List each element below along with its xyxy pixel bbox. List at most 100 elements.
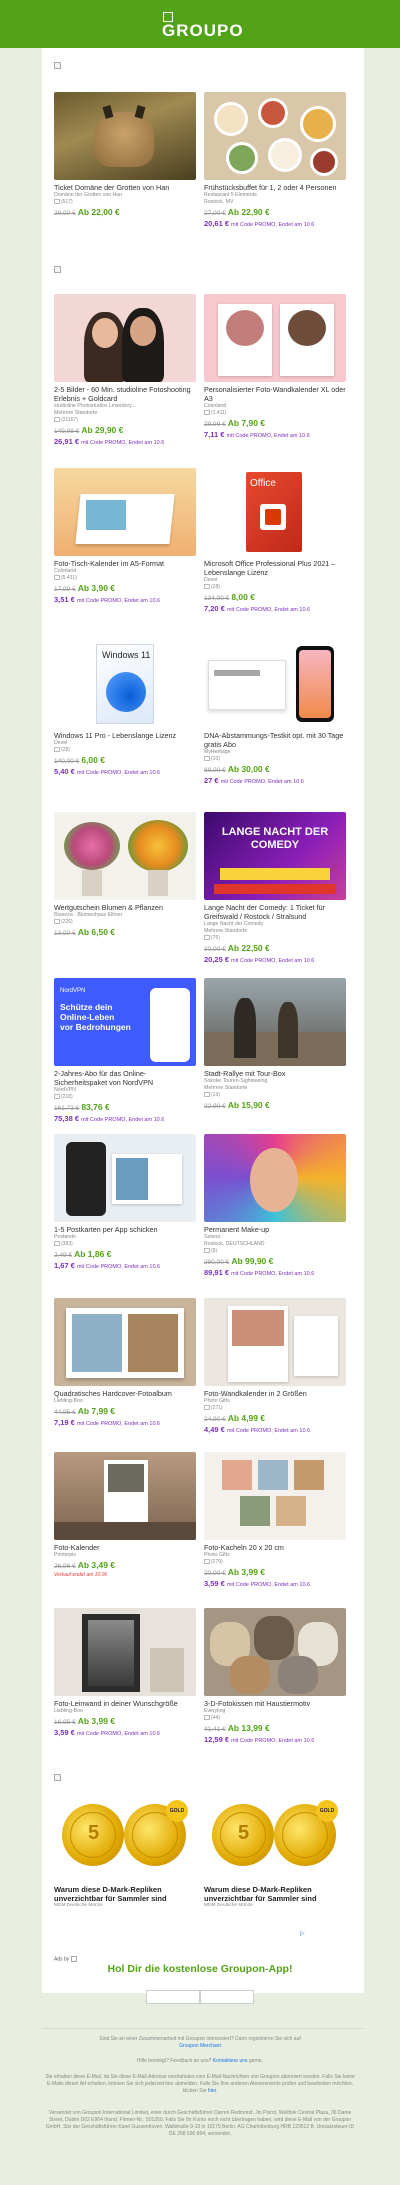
deal-card[interactable]: 2-5 Bilder - 60 Min. studioline Fotoshoo…: [54, 294, 196, 448]
deal-merchant: Liebling-Boo: [54, 1708, 83, 1714]
deal-price: 29,99 € Ab 7,90 €: [204, 418, 266, 428]
app-cta-title[interactable]: Hol Dir die kostenlose Groupon-App!: [0, 1963, 400, 1975]
deal-title[interactable]: Personalisierter Foto-Wandkalender XL od…: [204, 385, 346, 403]
deal-title[interactable]: Wertgutschein Blumen & Pflanzen: [54, 903, 196, 912]
deal-title[interactable]: 2-Jahres-Abo für das Online-Sicherheitsp…: [54, 1069, 196, 1087]
deal-image-lynx[interactable]: [54, 92, 196, 180]
deal-card[interactable]: Wertgutschein Blumen & Pflanzen Blueeza …: [54, 812, 196, 939]
deal-title[interactable]: Foto-Tisch-Kalender im A5-Format: [54, 559, 196, 568]
groupon-logo[interactable]: GROUPO: [162, 21, 244, 41]
deal-title[interactable]: Windows 11 Pro - Lebenslange Lizenz: [54, 731, 196, 740]
deal-merchant: Restaurant 5 Elements: [204, 192, 257, 198]
windows-box-label: Windows 11: [102, 650, 151, 660]
deal-card[interactable]: Stadt-Rallye mit Tour-Box Sokoke Touren-…: [204, 978, 346, 1112]
deal-price: 44,95 € Ab 7,99 €: [54, 1406, 116, 1416]
deal-title[interactable]: Foto-Leinwand in deiner Wunschgröße: [54, 1699, 196, 1708]
deal-title[interactable]: Microsoft Office Professional Plus 2021 …: [204, 559, 346, 577]
google-play-badge[interactable]: [200, 1990, 254, 2004]
star-rating-icon: [54, 199, 60, 205]
deal-merchant: Sokoke Touren-Sightseeing: [204, 1078, 268, 1084]
deal-image-canvas[interactable]: [54, 1608, 196, 1696]
deal-image-postcards[interactable]: [54, 1134, 196, 1222]
deal-title[interactable]: Frühstücksbuffet für 1, 2 oder 4 Persone…: [204, 183, 346, 192]
deal-card[interactable]: Permanent Make-up Selena Rostock, DEUTSC…: [204, 1134, 346, 1279]
deal-title[interactable]: Foto-Kalender: [54, 1543, 196, 1552]
merchant-link[interactable]: Groupon Merchant: [179, 2043, 221, 2049]
deal-title[interactable]: Ticket Domäne der Grotten von Han: [54, 183, 196, 192]
deal-image-photo-tiles[interactable]: [204, 1452, 346, 1540]
deal-title[interactable]: 1-5 Postkarten per App schicken: [54, 1225, 196, 1234]
deal-card[interactable]: Foto-Leinwand in deiner Wunschgröße Lieb…: [54, 1608, 196, 1739]
deal-card[interactable]: Foto-Kalender Printerpix 26,96 € Ab 3,49 …: [54, 1452, 196, 1579]
deal-rating: (383): [54, 1241, 196, 1248]
header-bar: GROUPO: [0, 0, 400, 48]
deal-image-flowers[interactable]: [54, 812, 196, 900]
deal-rating: (9): [204, 1248, 346, 1255]
deal-image-wall-calendar[interactable]: [204, 294, 346, 382]
deal-price: 280,00 € Ab 99,90 €: [204, 1256, 274, 1266]
deal-promo: 7,19 € mit Code PROMO, Endet am 10.6: [54, 1418, 161, 1427]
deal-card[interactable]: 3-D-Fotokissen mit Haustiermotiv Everyli…: [204, 1608, 346, 1746]
deal-image-nordvpn[interactable]: NordVPN Schütze dein Online-Leben vor Bedr…: [54, 978, 196, 1066]
deal-card[interactable]: Office Microsoft Office Professional Plu…: [204, 468, 346, 615]
deal-image-pet-pillows[interactable]: [204, 1608, 346, 1696]
deal-image-breakfast[interactable]: [204, 92, 346, 180]
deal-title[interactable]: Lange Nacht der Comedy: 1 Ticket für Gre…: [204, 903, 346, 921]
deal-image-comedy[interactable]: LANGE NACHT DER COMEDY: [204, 812, 346, 900]
app-store-badge[interactable]: [146, 1990, 200, 2004]
ad-image-coins[interactable]: 5 GOLD: [204, 1794, 346, 1882]
deal-title[interactable]: Foto-Kacheln 20 x 20 cm: [204, 1543, 346, 1552]
deal-card[interactable]: Quadratisches Hardcover-Fotoalbum Liebli…: [54, 1298, 196, 1429]
deal-image-windows[interactable]: Windows 11: [54, 640, 196, 728]
deal-promo: 26,91 € mit Code PROMO, Endet am 10.6: [54, 437, 165, 446]
ad-card[interactable]: 5 GOLD Warum diese D-Mark-Repliken unver…: [204, 1794, 346, 1908]
footer-legal: Versendet von Groupon International Limi…: [45, 2110, 355, 2137]
deal-rating: (13): [204, 1092, 346, 1099]
deal-card[interactable]: Foto-Tisch-Kalender im A5-Format Colorla…: [54, 468, 196, 606]
deal-card[interactable]: Frühstücksbuffet für 1, 2 oder 4 Persone…: [204, 92, 346, 230]
deal-image-city-rally[interactable]: [204, 978, 346, 1066]
adchoices-icon[interactable]: ▷: [300, 1930, 305, 1937]
star-rating-icon: [54, 575, 60, 581]
deal-price: 161,73 €83,76 €: [54, 1102, 110, 1112]
deal-image-photoshoot[interactable]: [54, 294, 196, 382]
deal-rating: (75): [204, 935, 346, 942]
deal-image-photo-album[interactable]: [54, 1298, 196, 1386]
deal-merchant: Colorland: [54, 568, 77, 574]
deal-card[interactable]: Foto-Wandkalender in 2 Größen Photo Gift…: [204, 1298, 346, 1436]
star-rating-icon: [204, 1405, 210, 1411]
deal-title[interactable]: 2-5 Bilder - 60 Min. studioline Fotoshoo…: [54, 385, 196, 403]
deal-card[interactable]: Ticket Domäne der Grotten von Han Domäne…: [54, 92, 196, 219]
deal-image-photo-calendar[interactable]: [54, 1452, 196, 1540]
deal-price: 89,00 € Ab 30,00 €: [204, 764, 270, 774]
deal-title[interactable]: DNA-Abstammungs-Testkit opt. mit 30 Tage…: [204, 731, 346, 749]
deal-title[interactable]: Permanent Make-up: [204, 1225, 346, 1234]
office-box-label: Office: [250, 478, 276, 489]
deal-card[interactable]: Foto-Kacheln 20 x 20 cm Photo Gifts (279…: [204, 1452, 346, 1590]
ad-card[interactable]: 5 GOLD Warum diese D-Mark-Repliken unver…: [54, 1794, 196, 1908]
deal-image-desk-calendar[interactable]: [54, 468, 196, 556]
ad-title[interactable]: Warum diese D-Mark-Repliken unverzichtba…: [54, 1885, 196, 1903]
deal-card[interactable]: Personalisierter Foto-Wandkalender XL od…: [204, 294, 346, 441]
deal-location: Mehrere Standorte: [204, 1085, 248, 1091]
deal-image-wall-calendar-2[interactable]: [204, 1298, 346, 1386]
ad-title[interactable]: Warum diese D-Mark-Repliken unverzichtba…: [204, 1885, 346, 1903]
deal-image-dna-kit[interactable]: [204, 640, 346, 728]
deal-title[interactable]: 3-D-Fotokissen mit Haustiermotiv: [204, 1699, 346, 1708]
deal-card[interactable]: DNA-Abstammungs-Testkit opt. mit 30 Tage…: [204, 640, 346, 787]
deal-price: 134,00 €8,00 €: [204, 592, 255, 602]
deal-image-office[interactable]: Office: [204, 468, 346, 556]
deal-card[interactable]: Windows 11 Windows 11 Pro - Lebenslange …: [54, 640, 196, 778]
deal-title[interactable]: Stadt-Rallye mit Tour-Box: [204, 1069, 346, 1078]
ad-image-coins[interactable]: 5 GOLD: [54, 1794, 196, 1882]
manage-subscriptions-link[interactable]: hier: [208, 2088, 216, 2094]
contact-link[interactable]: Kontaktiere uns: [213, 2058, 248, 2064]
star-rating-icon: [204, 584, 210, 590]
deal-card[interactable]: NordVPN Schütze dein Online-Leben vor Bedr…: [54, 978, 196, 1125]
deal-image-makeup[interactable]: [204, 1134, 346, 1222]
deal-card[interactable]: LANGE NACHT DER COMEDY Lange Nacht der Co…: [204, 812, 346, 966]
deal-merchant: studioline Photostudios Leverdory...: [54, 403, 136, 409]
deal-title[interactable]: Quadratisches Hardcover-Fotoalbum: [54, 1389, 196, 1398]
deal-title[interactable]: Foto-Wandkalender in 2 Größen: [204, 1389, 346, 1398]
deal-card[interactable]: 1-5 Postkarten per App schicken Postando…: [54, 1134, 196, 1272]
